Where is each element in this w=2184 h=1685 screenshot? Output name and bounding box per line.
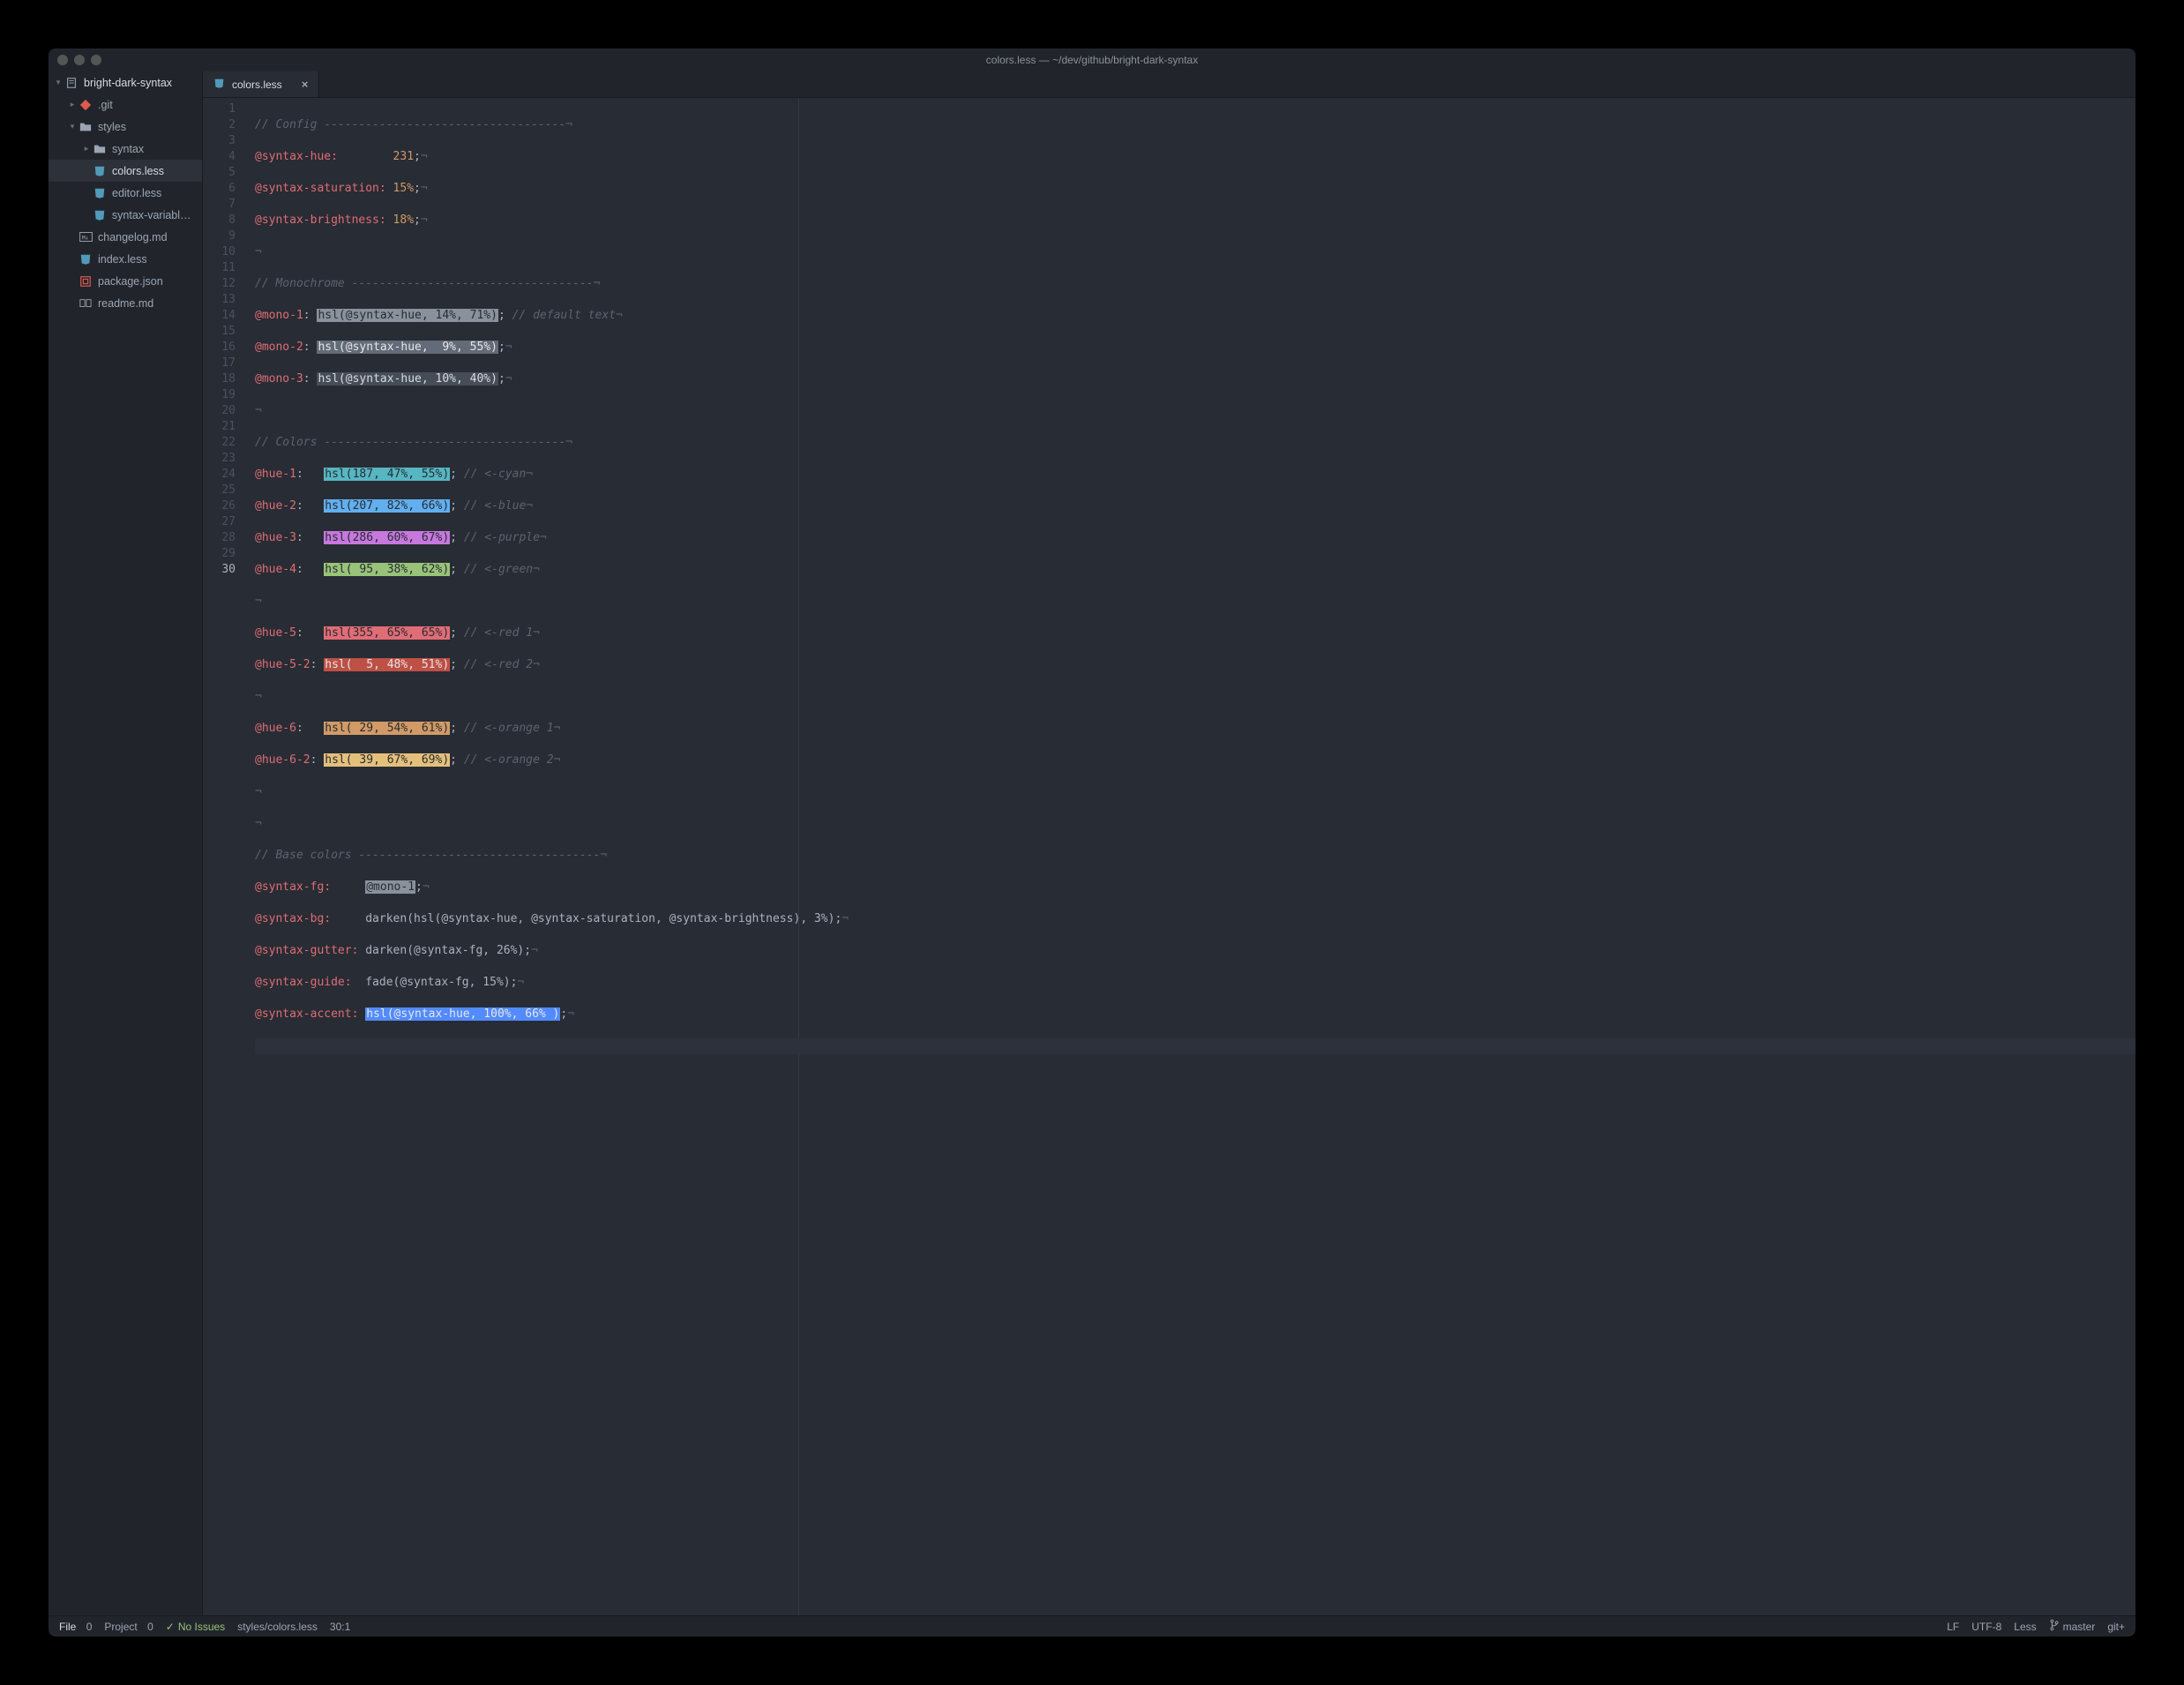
chevron-right-icon: ▸: [82, 144, 91, 154]
folder-icon: [93, 143, 107, 155]
tree-item-colors-less[interactable]: colors.less: [49, 160, 202, 182]
status-file-count[interactable]: File 0: [59, 1621, 92, 1633]
status-git-branch[interactable]: master: [2049, 1619, 2096, 1634]
status-diagnostics[interactable]: ✓No Issues: [166, 1621, 225, 1633]
status-grammar[interactable]: Less: [2014, 1621, 2036, 1633]
code-pane[interactable]: // Config ------------------------------…: [243, 98, 2135, 1615]
readme-file-icon: [79, 297, 93, 310]
status-file-path[interactable]: styles/colors.less: [237, 1621, 318, 1633]
tab-colors-less[interactable]: colors.less ×: [203, 71, 319, 97]
line-number: 23: [203, 451, 236, 467]
status-project-count[interactable]: Project 0: [104, 1621, 153, 1633]
repo-icon: [64, 77, 79, 89]
tree-label: colors.less: [112, 165, 164, 177]
app-window: colors.less — ~/dev/github/bright-dark-s…: [49, 49, 2135, 1636]
window-title: colors.less — ~/dev/github/bright-dark-s…: [49, 54, 2135, 66]
tree-item-styles[interactable]: ▾ styles: [49, 116, 202, 138]
titlebar: colors.less — ~/dev/github/bright-dark-s…: [49, 49, 2135, 71]
text-editor[interactable]: 1234567891011121314151617181920212223242…: [203, 98, 2135, 1615]
line-number: 20: [203, 403, 236, 419]
line-number: 19: [203, 387, 236, 403]
css-file-icon: [93, 187, 107, 199]
status-encoding[interactable]: UTF-8: [1971, 1621, 2001, 1633]
close-window-icon[interactable]: [57, 55, 68, 65]
line-number-gutter: 1234567891011121314151617181920212223242…: [203, 98, 243, 1615]
tree-label: styles: [98, 121, 126, 133]
line-number: 28: [203, 530, 236, 546]
line-number: 22: [203, 435, 236, 451]
tab-bar: colors.less ×: [203, 71, 2135, 98]
git-branch-icon: [2049, 1619, 2060, 1634]
tree-item-syntax[interactable]: ▸ syntax: [49, 138, 202, 160]
line-number: 27: [203, 514, 236, 530]
tree-label: package.json: [98, 275, 163, 288]
line-number: 5: [203, 165, 236, 181]
line-number: 4: [203, 149, 236, 165]
chevron-down-icon: ▾: [68, 122, 77, 131]
css-file-icon: [79, 253, 93, 266]
tree-label: readme.md: [98, 297, 153, 310]
tree-label: changelog.md: [98, 231, 168, 243]
line-number: 30: [203, 562, 236, 578]
tree-label: .git: [98, 99, 113, 111]
line-number: 6: [203, 181, 236, 197]
css-file-icon: [93, 165, 107, 177]
line-number: 11: [203, 260, 236, 276]
tree-item-readme[interactable]: readme.md: [49, 292, 202, 314]
window-controls: [57, 55, 101, 65]
line-number: 7: [203, 197, 236, 213]
line-number: 13: [203, 292, 236, 308]
css-file-icon: [93, 209, 107, 221]
chevron-right-icon: ▸: [68, 100, 77, 109]
check-icon: ✓: [166, 1621, 175, 1633]
line-number: 24: [203, 467, 236, 483]
tree-item-syntax-variables[interactable]: syntax-variables.l: [49, 204, 202, 226]
close-tab-icon[interactable]: ×: [302, 78, 309, 91]
line-number: 1: [203, 101, 236, 117]
line-number: 2: [203, 117, 236, 133]
tree-item-editor-less[interactable]: editor.less: [49, 182, 202, 204]
line-number: 25: [203, 483, 236, 498]
status-git[interactable]: git+: [2107, 1621, 2125, 1633]
line-number: 10: [203, 244, 236, 260]
tab-label: colors.less: [232, 79, 282, 91]
maximize-window-icon[interactable]: [91, 55, 101, 65]
folder-icon: [79, 121, 93, 133]
tree-item-git[interactable]: ▸ .git: [49, 94, 202, 116]
line-number: 8: [203, 213, 236, 228]
status-bar: File 0 Project 0 ✓No Issues styles/color…: [49, 1615, 2135, 1636]
tree-label: index.less: [98, 253, 147, 266]
editor-area: colors.less × 12345678910111213141516171…: [203, 71, 2135, 1615]
line-number: 29: [203, 546, 236, 562]
css-file-icon: [213, 78, 225, 92]
line-number: 17: [203, 356, 236, 371]
git-icon: [79, 99, 93, 111]
tree-item-package-json[interactable]: package.json: [49, 270, 202, 292]
line-number: 16: [203, 340, 236, 356]
tree-label: editor.less: [112, 187, 161, 199]
markdown-file-icon: M↓: [79, 232, 93, 242]
chevron-down-icon: ▾: [54, 78, 63, 87]
tree-item-changelog[interactable]: M↓ changelog.md: [49, 226, 202, 248]
line-number: 21: [203, 419, 236, 435]
tree-label: syntax: [112, 143, 144, 155]
line-number: 12: [203, 276, 236, 292]
project-name: bright-dark-syntax: [84, 77, 172, 89]
tree-item-index-less[interactable]: index.less: [49, 248, 202, 270]
line-number: 15: [203, 324, 236, 340]
line-number: 26: [203, 498, 236, 514]
json-file-icon: [79, 275, 93, 288]
line-number: 14: [203, 308, 236, 324]
file-tree[interactable]: ▾ bright-dark-syntax ▸ .git ▾ styles: [49, 71, 203, 1615]
status-line-ending[interactable]: LF: [1947, 1621, 1959, 1633]
line-number: 3: [203, 133, 236, 149]
svg-text:M↓: M↓: [81, 234, 88, 241]
line-number: 18: [203, 371, 236, 387]
minimize-window-icon[interactable]: [74, 55, 85, 65]
line-number: 9: [203, 228, 236, 244]
tree-label: syntax-variables.l: [112, 209, 197, 221]
project-root[interactable]: ▾ bright-dark-syntax: [49, 71, 202, 94]
status-cursor-position[interactable]: 30:1: [330, 1621, 350, 1633]
